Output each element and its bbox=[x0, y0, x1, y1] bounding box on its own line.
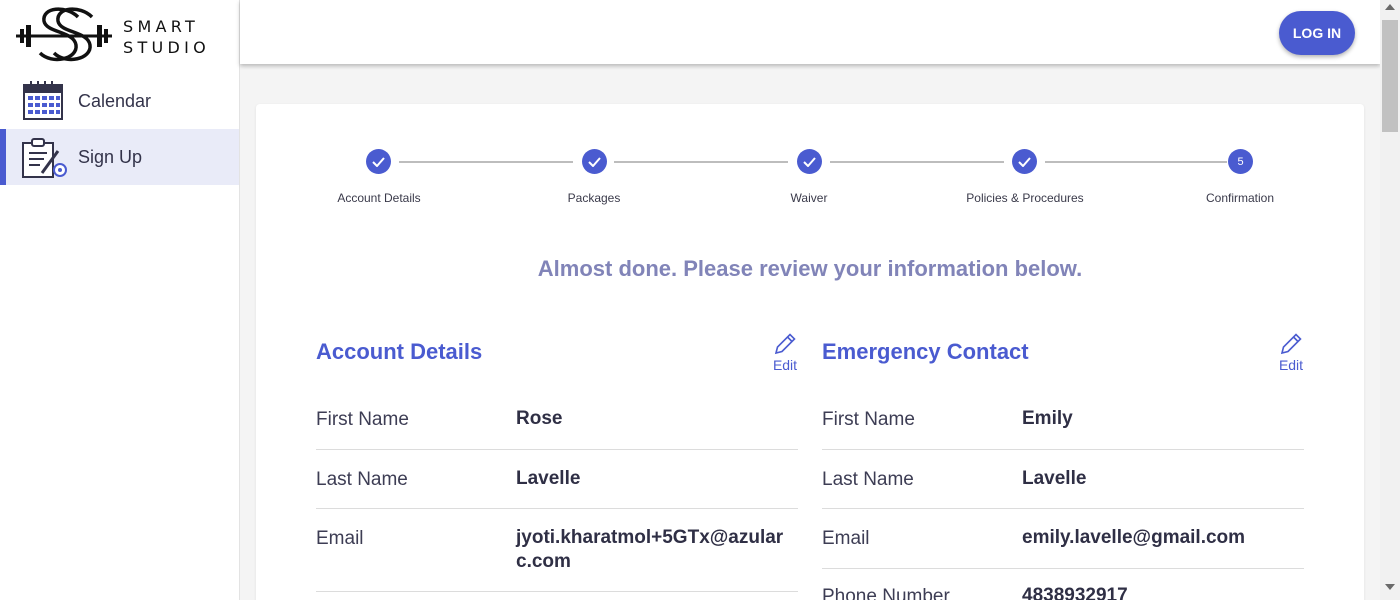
sidebar-item-label: Calendar bbox=[78, 90, 152, 111]
pencil-icon bbox=[774, 333, 796, 355]
sidebar-item-label: Sign Up bbox=[78, 146, 143, 167]
edit-account-details-button[interactable]: Edit bbox=[765, 331, 805, 377]
row-divider bbox=[822, 449, 1304, 450]
emergency-contact-title: Emergency Contact bbox=[822, 339, 1029, 364]
row-divider bbox=[316, 591, 798, 592]
row-divider bbox=[822, 508, 1304, 509]
edit-emergency-contact-button[interactable]: Edit bbox=[1271, 331, 1311, 377]
scroll-up-arrow-icon[interactable] bbox=[1385, 4, 1395, 10]
scroll-down-arrow-icon[interactable] bbox=[1385, 584, 1395, 590]
step-4-complete bbox=[1012, 149, 1037, 174]
check-icon bbox=[1018, 156, 1031, 167]
check-icon bbox=[803, 156, 816, 167]
field-label: Email bbox=[822, 528, 870, 549]
field-value: Emily bbox=[1022, 408, 1073, 429]
step-connector bbox=[830, 161, 1004, 163]
brand-line-2: STUDIO bbox=[123, 38, 211, 57]
row-divider bbox=[822, 568, 1304, 569]
field-label: Last Name bbox=[316, 469, 408, 490]
top-bar: LOG IN bbox=[240, 0, 1380, 64]
step-connector bbox=[399, 161, 573, 163]
field-value: jyoti.kharatmol+5GTx@azularc.com bbox=[516, 527, 784, 572]
step-connector bbox=[1045, 161, 1227, 163]
field-value: 4838932917 bbox=[1022, 585, 1128, 600]
edit-label: Edit bbox=[1278, 357, 1304, 373]
edit-label: Edit bbox=[772, 357, 798, 373]
field-value: emily.lavelle@gmail.com bbox=[1022, 527, 1246, 548]
step-label: Waiver bbox=[790, 191, 828, 205]
brand-wordmark: SMART STUDIO bbox=[123, 16, 210, 58]
step-2-complete bbox=[582, 149, 607, 174]
step-label: Confirmation bbox=[1205, 191, 1275, 205]
sidebar-item-calendar[interactable]: Calendar bbox=[0, 73, 239, 129]
step-5-current: 5 bbox=[1228, 149, 1253, 174]
calendar-icon bbox=[21, 79, 65, 123]
signup-form-icon bbox=[20, 135, 67, 179]
row-divider bbox=[316, 449, 798, 450]
step-3-complete bbox=[797, 149, 822, 174]
row-divider bbox=[316, 508, 798, 509]
step-1-complete bbox=[366, 149, 391, 174]
sidebar-item-sign-up[interactable]: Sign Up bbox=[0, 129, 239, 185]
page-scrollbar[interactable] bbox=[1380, 0, 1400, 600]
field-label: First Name bbox=[316, 409, 409, 430]
field-label: Last Name bbox=[822, 469, 914, 490]
sidebar: SMART STUDIO Calendar Sign Up bbox=[0, 0, 240, 600]
check-icon bbox=[372, 156, 385, 167]
pencil-icon bbox=[1280, 333, 1302, 355]
review-heading: Almost done. Please review your informat… bbox=[537, 256, 1083, 281]
barbell-logo-icon bbox=[16, 7, 112, 62]
step-label: Policies & Procedures bbox=[966, 191, 1084, 205]
field-value: Lavelle bbox=[1022, 468, 1087, 489]
brand-line-1: SMART bbox=[123, 17, 200, 36]
field-value: Rose bbox=[516, 408, 563, 429]
brand-logo[interactable]: SMART STUDIO bbox=[14, 5, 224, 67]
step-label: Account Details bbox=[337, 191, 421, 205]
scroll-thumb[interactable] bbox=[1382, 20, 1398, 132]
account-details-title: Account Details bbox=[316, 339, 483, 364]
field-label: Phone Number bbox=[822, 586, 950, 600]
login-button[interactable]: LOG IN bbox=[1279, 11, 1355, 55]
field-value: Lavelle bbox=[516, 468, 581, 489]
step-connector bbox=[614, 161, 788, 163]
field-label: Email bbox=[316, 528, 364, 549]
step-label: Packages bbox=[567, 191, 621, 205]
field-label: First Name bbox=[822, 409, 915, 430]
check-icon bbox=[588, 156, 601, 167]
